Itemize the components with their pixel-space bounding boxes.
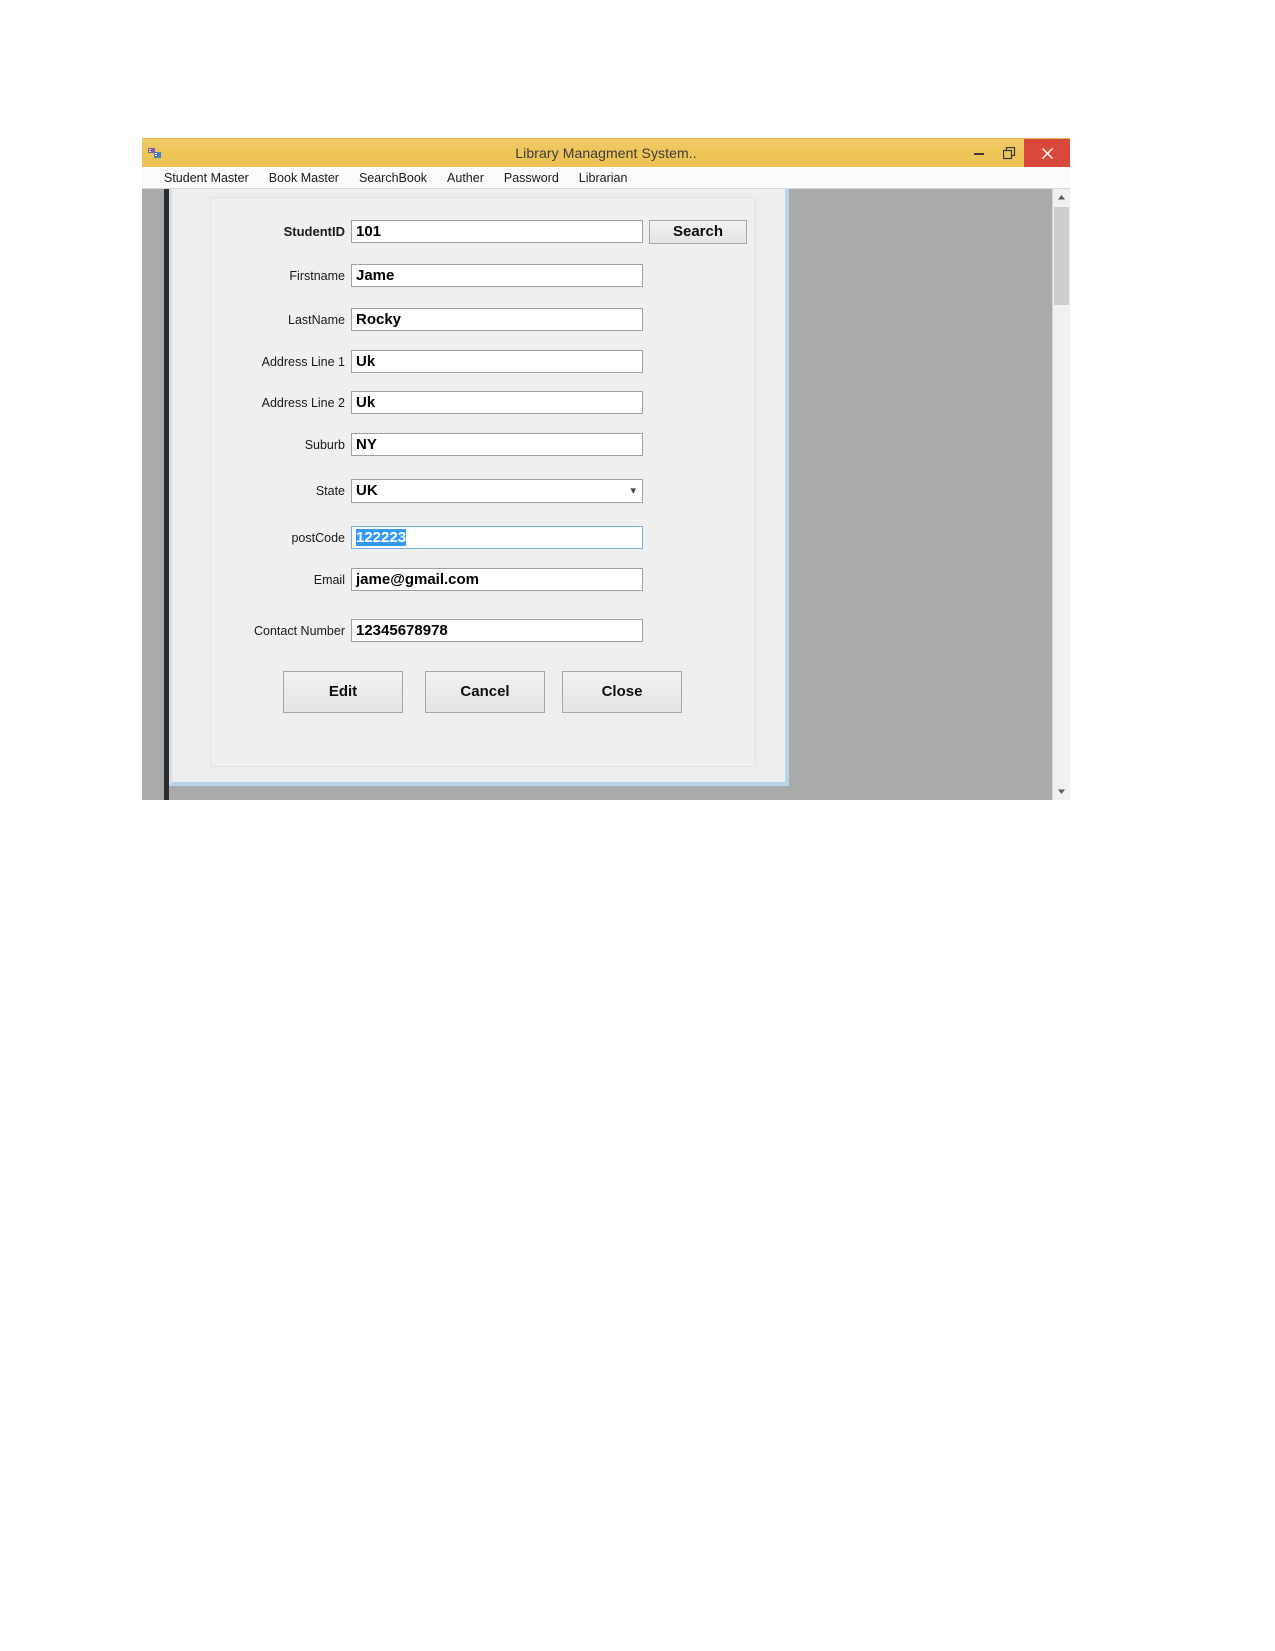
menu-item-book-master[interactable]: Book Master [259,168,349,188]
label-state: State [315,484,345,498]
input-studentid[interactable]: 101 [351,220,643,243]
scroll-down-button[interactable] [1053,783,1070,800]
edit-button[interactable]: Edit [283,671,403,713]
select-state[interactable]: UK ▾ [351,479,643,503]
vertical-scrollbar[interactable] [1052,189,1070,800]
field-row-postcode: postCode 122223 [211,526,755,550]
scroll-up-button[interactable] [1053,189,1070,206]
input-contact-number[interactable]: 12345678978 [351,619,643,642]
input-suburb[interactable]: NY [351,433,643,456]
window-title: Library Managment System.. [515,145,697,161]
search-button[interactable]: Search [649,220,747,244]
title-bar: Library Managment System.. [142,138,1070,167]
minimize-button[interactable] [964,139,994,167]
input-address-line-2[interactable]: Uk [351,391,643,414]
window-controls [964,139,1070,167]
chevron-up-icon [1057,189,1066,207]
minimize-icon [973,147,985,159]
select-state-value: UK [356,482,378,499]
label-suburb: Suburb [304,438,345,452]
menu-item-auther[interactable]: Auther [437,168,494,188]
input-address-line-1[interactable]: Uk [351,350,643,373]
mdi-client-area: StudentID 101 Search Firstname Jame Last… [142,189,1070,800]
field-row-contact-number: Contact Number 12345678978 [211,619,755,643]
label-postcode: postCode [291,531,345,545]
label-contact-number: Contact Number [253,624,345,638]
student-form-panel: StudentID 101 Search Firstname Jame Last… [210,197,756,767]
menu-item-student-master[interactable]: Student Master [154,168,259,188]
restore-icon [1002,146,1016,160]
chevron-down-icon: ▾ [630,485,636,497]
menu-item-librarian[interactable]: Librarian [569,168,638,188]
field-row-studentid: StudentID 101 Search [211,220,755,244]
label-email: Email [313,573,345,587]
input-postcode[interactable]: 122223 [351,526,643,549]
input-email[interactable]: jame@gmail.com [351,568,643,591]
input-firstname[interactable]: Jame [351,264,643,287]
label-lastname: LastName [288,313,345,327]
close-button[interactable] [1024,139,1070,167]
student-master-form: StudentID 101 Search Firstname Jame Last… [169,189,789,786]
chevron-down-icon [1057,783,1066,801]
application-window: Library Managment System.. Student Maste… [142,138,1070,800]
label-address-line-2: Address Line 2 [261,396,345,410]
menu-item-searchbook[interactable]: SearchBook [349,168,437,188]
page-root: Library Managment System.. Student Maste… [0,0,1275,1651]
field-row-email: Email jame@gmail.com [211,568,755,592]
menu-bar: Student Master Book Master SearchBook Au… [142,167,1070,189]
field-row-state: State UK ▾ [211,479,755,503]
field-row-address-line-1: Address Line 1 Uk [211,350,755,374]
close-icon [1041,147,1054,160]
cancel-button[interactable]: Cancel [425,671,545,713]
menu-item-password[interactable]: Password [494,168,569,188]
close-form-button[interactable]: Close [562,671,682,713]
field-row-address-line-2: Address Line 2 Uk [211,391,755,415]
label-studentid: StudentID [283,224,345,239]
label-firstname: Firstname [289,269,345,283]
field-row-suburb: Suburb NY [211,433,755,457]
field-row-firstname: Firstname Jame [211,264,755,288]
maximize-button[interactable] [994,139,1024,167]
input-lastname[interactable]: Rocky [351,308,643,331]
field-row-lastname: LastName Rocky [211,308,755,332]
scrollbar-thumb[interactable] [1054,207,1069,305]
input-postcode-selected-text: 122223 [356,529,407,546]
label-address-line-1: Address Line 1 [261,355,345,369]
